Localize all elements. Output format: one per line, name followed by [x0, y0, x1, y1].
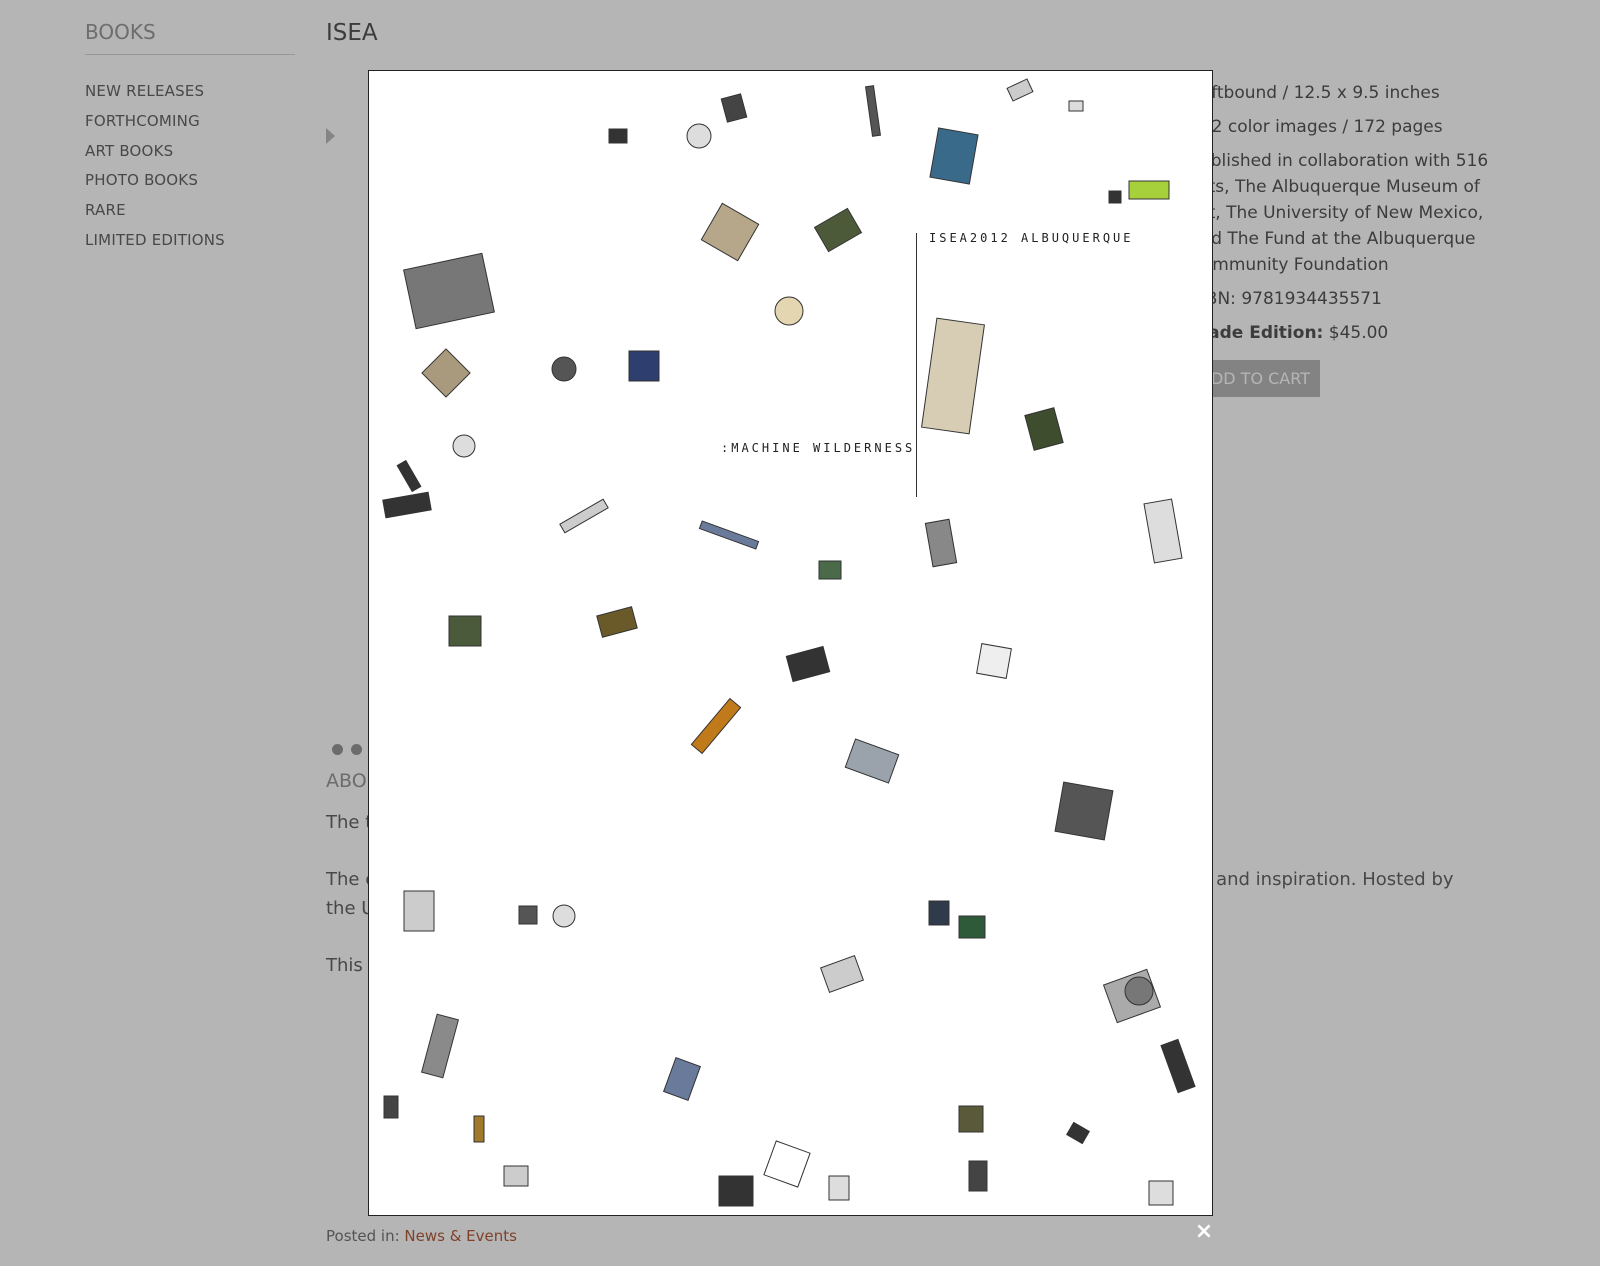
cover-subtitle: :MACHINE WILDERNESS — [721, 441, 916, 455]
close-icon[interactable]: × — [1193, 1221, 1215, 1243]
cover-title: ISEA2012 ALBUQUERQUE — [929, 231, 1134, 245]
scattered-devices — [382, 78, 1196, 1207]
cover-divider — [916, 233, 917, 497]
lightbox-image: ISEA2012 ALBUQUERQUE :MACHINE WILDERNESS — [368, 70, 1213, 1216]
